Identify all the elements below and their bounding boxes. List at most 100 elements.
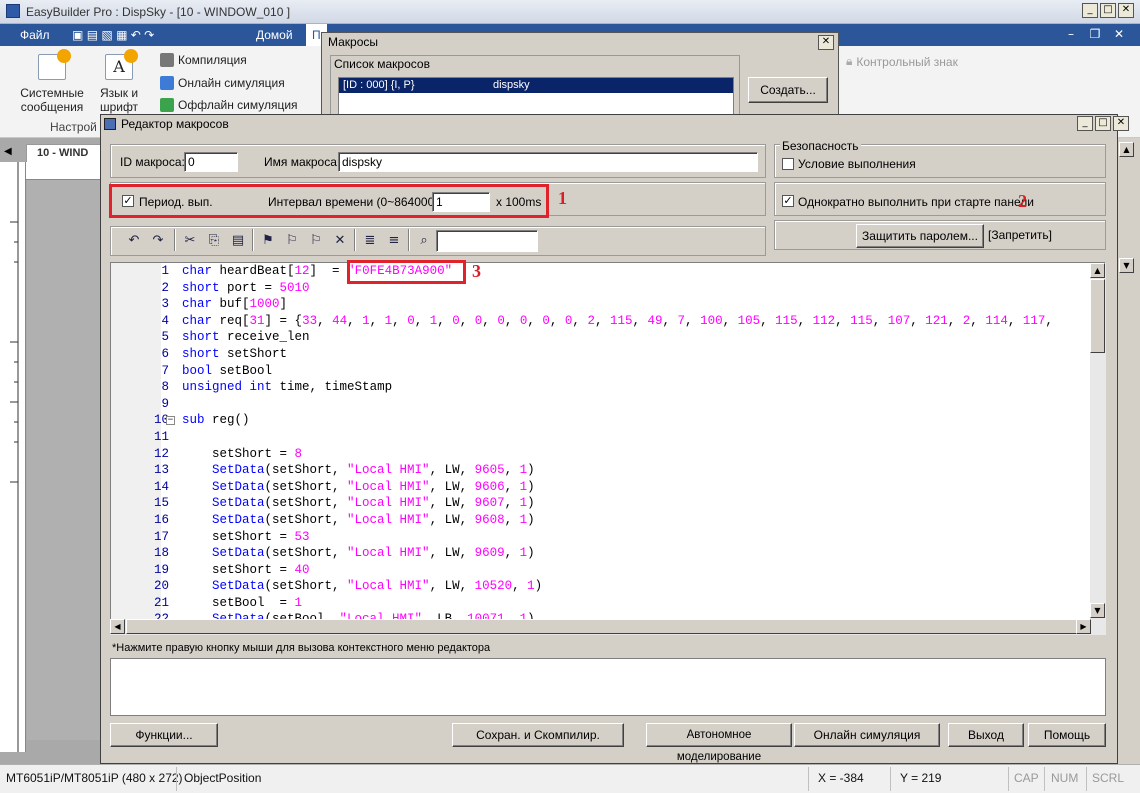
- undo-icon[interactable]: ↶: [124, 230, 144, 250]
- tab-home[interactable]: Домой: [256, 28, 293, 42]
- offline-sim-button[interactable]: Оффлайн симуляция: [160, 98, 298, 112]
- run-once-checkbox[interactable]: ✓: [782, 195, 794, 207]
- open-icon[interactable]: ▤: [87, 28, 98, 42]
- code-line[interactable]: 2 short port = 5010: [133, 280, 1093, 297]
- indent-icon[interactable]: ≣: [360, 230, 380, 250]
- code-token: 0: [542, 313, 550, 328]
- security-label: Безопасность: [780, 139, 861, 153]
- undo-icon[interactable]: ↶: [131, 28, 141, 42]
- create-macro-button[interactable]: Создать...: [748, 77, 828, 103]
- code-token: 112: [812, 313, 836, 328]
- scroll-down-icon[interactable]: ▼: [1090, 603, 1105, 618]
- cut-icon[interactable]: ✂: [180, 230, 200, 250]
- code-line[interactable]: 20 SetData(setShort, "Local HMI", LW, 10…: [133, 578, 1093, 595]
- bookmark-toggle-icon[interactable]: ⚑: [258, 230, 278, 250]
- code-token: SetData: [212, 579, 265, 594]
- editor-maximize-button[interactable]: □: [1095, 116, 1111, 131]
- macro-name: dispsky: [493, 79, 530, 91]
- outdent-icon[interactable]: ≡: [384, 230, 404, 250]
- code-vertical-scrollbar[interactable]: ▲ ▼: [1090, 263, 1106, 619]
- online-simulation-button[interactable]: Онлайн симуляция: [794, 723, 940, 747]
- code-line[interactable]: 3 char buf[1000]: [133, 296, 1093, 313]
- code-line[interactable]: 8 unsigned int time, timeStamp: [133, 379, 1093, 396]
- macro-name-input[interactable]: dispsky: [338, 152, 758, 172]
- compile-icon: [160, 53, 174, 67]
- right-scroll-up-icon[interactable]: ▲: [1119, 142, 1134, 157]
- doc-restore-icon[interactable]: ❐: [1084, 27, 1106, 41]
- code-line[interactable]: 13 SetData(setShort, "Local HMI", LW, 96…: [133, 462, 1093, 479]
- exit-button[interactable]: Выход: [948, 723, 1024, 747]
- save-compile-button[interactable]: Сохран. и Скомпилир.: [452, 723, 624, 747]
- functions-button[interactable]: Функции...: [110, 723, 218, 747]
- right-scroll-down-icon[interactable]: ▼: [1119, 258, 1134, 273]
- code-line[interactable]: 5 short receive_len: [133, 329, 1093, 346]
- copy-icon[interactable]: ⎘: [204, 230, 224, 250]
- new-icon[interactable]: ▧: [101, 28, 112, 42]
- doc-close-icon[interactable]: ✕: [1108, 27, 1130, 41]
- list-item[interactable]: [ID : 000] {I, P} dispsky: [339, 78, 733, 93]
- online-sim-button[interactable]: Онлайн симуляция: [160, 76, 285, 90]
- help-button[interactable]: Помощь: [1028, 723, 1106, 747]
- condition-checkbox[interactable]: [782, 158, 794, 170]
- code-text: unsigned int time, timeStamp: [182, 379, 392, 396]
- code-line[interactable]: 6 short setShort: [133, 346, 1093, 363]
- scroll-right-icon[interactable]: ▶: [1076, 619, 1091, 634]
- compile-button[interactable]: Компиляция: [160, 53, 247, 67]
- code-line[interactable]: 4 char req[31] = {33, 44, 1, 1, 0, 1, 0, …: [133, 313, 1093, 330]
- fold-collapse-icon[interactable]: −: [166, 416, 175, 425]
- bookmark-next-icon[interactable]: ⚐: [282, 230, 302, 250]
- code-token: 114: [985, 313, 1008, 328]
- line-number: 14: [153, 479, 169, 494]
- redo-icon[interactable]: ↷: [148, 230, 168, 250]
- code-editor[interactable]: 1 char heardBeat[12] = "F0FE4B73A900" 2 sho…: [110, 262, 1105, 620]
- macros-close-button[interactable]: ✕: [818, 35, 834, 50]
- code-line[interactable]: 9: [133, 396, 1093, 413]
- code-line[interactable]: 11: [133, 429, 1093, 446]
- tab-scroll-left-icon[interactable]: ◀: [4, 146, 12, 157]
- language-font-button[interactable]: A Язык и шрифт: [96, 49, 142, 114]
- code-line[interactable]: 21 setBool = 1: [133, 595, 1093, 612]
- protect-password-button[interactable]: Защитить паролем...: [856, 224, 984, 248]
- offline-simulation-button[interactable]: Автономное моделирование: [646, 723, 792, 763]
- paste-icon[interactable]: ▤: [228, 230, 248, 250]
- scroll-left-icon[interactable]: ◀: [110, 619, 125, 634]
- code-token: ,: [685, 313, 701, 328]
- code-line[interactable]: 15 SetData(setShort, "Local HMI", LW, 96…: [133, 495, 1093, 512]
- editor-close-button[interactable]: ✕: [1113, 116, 1129, 131]
- minimize-button[interactable]: _: [1082, 3, 1098, 18]
- document-tab[interactable]: 10 - WIND: [26, 144, 106, 162]
- code-line[interactable]: 16 SetData(setShort, "Local HMI", LW, 96…: [133, 512, 1093, 529]
- doc-minimize-icon[interactable]: –: [1060, 27, 1082, 41]
- bookmark-prev-icon[interactable]: ⚐: [306, 230, 326, 250]
- code-token: (setShort,: [264, 579, 348, 594]
- editor-minimize-button[interactable]: _: [1077, 116, 1093, 131]
- redo-icon[interactable]: ↷: [144, 28, 154, 42]
- bookmark-clear-icon[interactable]: ✕: [330, 230, 350, 250]
- code-line[interactable]: 17 setShort = 53: [133, 529, 1093, 546]
- find-icon[interactable]: ⌕: [414, 230, 434, 250]
- scroll-up-icon[interactable]: ▲: [1090, 263, 1105, 278]
- code-token: ,: [1045, 313, 1053, 328]
- code-line[interactable]: 19 setShort = 40: [133, 562, 1093, 579]
- save-icon[interactable]: ▣: [72, 28, 83, 42]
- code-line[interactable]: 10 sub reg(): [133, 412, 1093, 429]
- h-scroll-thumb[interactable]: [126, 619, 1078, 634]
- copy-icon[interactable]: ▦: [116, 28, 127, 42]
- code-horizontal-scrollbar[interactable]: ◀ ▶: [110, 619, 1106, 635]
- close-button[interactable]: ✕: [1118, 3, 1134, 18]
- scroll-thumb[interactable]: [1090, 279, 1105, 353]
- status-separator: [890, 767, 891, 791]
- code-line[interactable]: 1 char heardBeat[12] = "F0FE4B73A900": [133, 263, 1093, 280]
- design-canvas[interactable]: [27, 180, 107, 740]
- macro-id-input[interactable]: 0: [184, 152, 238, 172]
- code-line[interactable]: 12 setShort = 8: [133, 446, 1093, 463]
- code-line[interactable]: 7 bool setBool: [133, 363, 1093, 380]
- code-token: 10520: [474, 579, 513, 594]
- system-messages-button[interactable]: Системные сообщения: [18, 49, 86, 114]
- code-line[interactable]: 14 SetData(setShort, "Local HMI", LW, 96…: [133, 479, 1093, 496]
- tab-file[interactable]: Файл: [20, 28, 50, 42]
- watermark-button[interactable]: 🔒︎ Контрольный знак: [846, 54, 958, 69]
- maximize-button[interactable]: □: [1100, 3, 1116, 18]
- find-input[interactable]: [436, 230, 538, 252]
- code-line[interactable]: 18 SetData(setShort, "Local HMI", LW, 96…: [133, 545, 1093, 562]
